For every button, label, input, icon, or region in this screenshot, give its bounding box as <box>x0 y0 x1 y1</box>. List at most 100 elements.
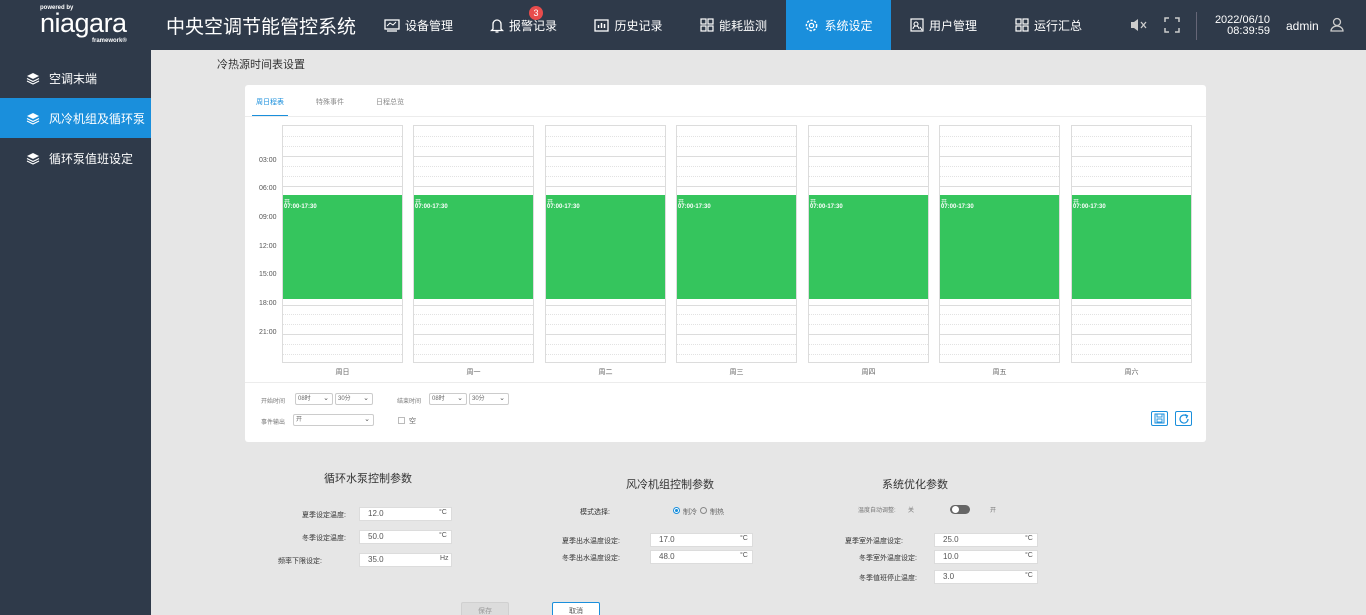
day-column[interactable]: 开 07:00-17:30 <box>939 125 1060 363</box>
schedule-event-block[interactable]: 开 07:00-17:30 <box>546 195 665 299</box>
end-minute-select[interactable]: 30分 ⌄ <box>469 393 509 405</box>
null-checkbox-label: 空 <box>409 418 416 425</box>
mode-heat-label: 制热 <box>710 509 724 516</box>
logo-name: niagara <box>40 8 127 38</box>
time-text: 08:39:59 <box>1227 25 1270 37</box>
day-column[interactable]: 开 07:00-17:30 <box>808 125 929 363</box>
schedule-event-block[interactable]: 开 07:00-17:30 <box>809 195 928 299</box>
day-name-label: 周六 <box>1124 369 1139 376</box>
tab-schedule-overview[interactable]: 日程总览 <box>372 93 408 117</box>
hour-line <box>940 354 1059 355</box>
tab-weekly-schedule[interactable]: 周日程表 <box>252 93 288 117</box>
schedule-event-block[interactable]: 开 07:00-17:30 <box>1072 195 1191 299</box>
hour-line <box>546 136 665 137</box>
sidebar-item-ac-terminal[interactable]: 空调末端 <box>0 58 151 98</box>
start-hour-select[interactable]: 08时 ⌄ <box>295 393 333 405</box>
grid-icon <box>700 18 714 32</box>
sidebar-item-label: 风冷机组及循环泵 <box>49 111 146 126</box>
hour-line <box>283 314 402 315</box>
nav-label: 系统设定 <box>824 18 873 33</box>
nav-device-management[interactable]: 设备管理 <box>366 0 471 50</box>
day-column[interactable]: 开 07:00-17:30 <box>282 125 403 363</box>
null-checkbox[interactable] <box>398 417 405 424</box>
end-hour-select[interactable]: 08时 ⌄ <box>429 393 467 405</box>
hour-line <box>283 176 402 177</box>
hour-line <box>414 344 533 345</box>
hour-line <box>1072 334 1191 335</box>
chiller-winter-outlet-input[interactable]: 48.0 °C <box>650 550 753 564</box>
fullscreen-icon[interactable] <box>1164 17 1180 33</box>
auto-adjust-toggle[interactable] <box>950 505 970 514</box>
nav-alarm-records[interactable]: 报警记录 3 <box>471 0 576 50</box>
event-output-select[interactable]: 开 ⌄ <box>293 414 374 426</box>
hour-line <box>283 156 402 157</box>
hour-line <box>546 176 665 177</box>
pump-winter-temp-input[interactable]: 50.0 °C <box>359 530 452 544</box>
user-icon[interactable] <box>1330 17 1344 32</box>
hour-line <box>809 186 928 187</box>
schedule-event-block[interactable]: 开 07:00-17:30 <box>677 195 796 299</box>
nav-energy-monitoring[interactable]: 能耗监测 <box>681 0 786 50</box>
day-column[interactable]: 开 07:00-17:30 <box>413 125 534 363</box>
sidebar-item-pump-duty[interactable]: 循环泵值班设定 <box>0 138 151 178</box>
pump-summer-temp-label: 夏季设定温度: <box>302 512 346 519</box>
opt-summer-outdoor-input[interactable]: 25.0 °C <box>934 533 1038 547</box>
tab-special-events[interactable]: 特殊事件 <box>312 93 348 117</box>
hour-line <box>940 136 1059 137</box>
start-minute-value: 30分 <box>338 396 351 402</box>
start-minute-select[interactable]: 30分 ⌄ <box>335 393 373 405</box>
schedule-event-block[interactable]: 开 07:00-17:30 <box>414 195 533 299</box>
opt-winter-duty-stop-input[interactable]: 3.0 °C <box>934 570 1038 584</box>
hour-line <box>677 156 796 157</box>
hour-line <box>940 334 1059 335</box>
day-column[interactable]: 开 07:00-17:30 <box>676 125 797 363</box>
layers-icon <box>26 112 40 125</box>
refresh-schedule-button[interactable] <box>1175 411 1192 426</box>
day-name-label: 周四 <box>861 369 876 376</box>
input-value: 50.0 <box>368 532 384 541</box>
save-schedule-button[interactable] <box>1151 411 1168 426</box>
cancel-button[interactable]: 取消 <box>552 602 600 615</box>
mode-cool-label: 制冷 <box>683 509 697 516</box>
pump-freq-limit-input[interactable]: 35.0 Hz <box>359 553 452 567</box>
chiller-mode-label: 模式选择: <box>580 509 610 516</box>
nav-history-records[interactable]: 历史记录 <box>576 0 681 50</box>
hour-line <box>414 166 533 167</box>
sidebar-item-chiller-pump[interactable]: 风冷机组及循环泵 <box>0 98 151 138</box>
pump-winter-temp-label: 冬季设定温度: <box>302 535 346 542</box>
unit-label: °C <box>1025 572 1033 579</box>
start-time-label: 开始时间 <box>261 399 286 405</box>
sidebar-item-label: 空调末端 <box>49 71 98 86</box>
schedule-event-block[interactable]: 开 07:00-17:30 <box>283 195 402 299</box>
hour-line <box>414 156 533 157</box>
nav-user-management[interactable]: 用户管理 <box>891 0 996 50</box>
day-name-label: 周日 <box>335 369 350 376</box>
time-axis-label: 06:00 <box>259 185 277 192</box>
hour-line <box>809 354 928 355</box>
hour-line <box>940 176 1059 177</box>
mute-icon[interactable] <box>1130 17 1148 33</box>
nav-operation-summary[interactable]: 运行汇总 <box>996 0 1101 50</box>
save-button[interactable]: 保存 <box>461 602 509 615</box>
opt-winter-outdoor-input[interactable]: 10.0 °C <box>934 550 1038 564</box>
hour-line <box>677 354 796 355</box>
unit-label: °C <box>740 552 748 559</box>
mode-cool-radio[interactable] <box>673 507 680 514</box>
end-minute-value: 30分 <box>472 396 485 402</box>
unit-label: Hz <box>440 555 449 562</box>
mode-heat-radio[interactable] <box>700 507 707 514</box>
top-header: powered by niagara framework® 中央空调节能管控系统… <box>0 0 1366 50</box>
chiller-summer-outlet-input[interactable]: 17.0 °C <box>650 533 753 547</box>
schedule-event-block[interactable]: 开 07:00-17:30 <box>940 195 1059 299</box>
hour-line <box>546 156 665 157</box>
schedule-tabs: 周日程表 特殊事件 日程总览 <box>252 93 432 117</box>
day-column[interactable]: 开 07:00-17:30 <box>1071 125 1192 363</box>
hour-line <box>677 186 796 187</box>
chevron-down-icon: ⌄ <box>323 395 329 402</box>
nav-system-settings[interactable]: 系统设定 <box>786 0 891 50</box>
pump-summer-temp-input[interactable]: 12.0 °C <box>359 507 452 521</box>
hour-line <box>940 324 1059 325</box>
event-time-range: 07:00-17:30 <box>1073 204 1106 210</box>
username[interactable]: admin <box>1286 19 1319 33</box>
day-column[interactable]: 开 07:00-17:30 <box>545 125 666 363</box>
